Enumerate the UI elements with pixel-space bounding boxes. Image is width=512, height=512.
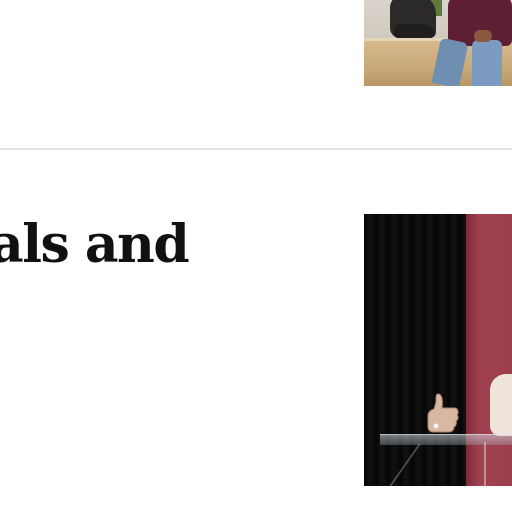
article-thumbnail-student-statue[interactable]	[364, 0, 512, 86]
article-headline-link[interactable]: als and	[0, 210, 190, 280]
article-thumbnail-speaker[interactable]	[364, 214, 512, 486]
thumbs-up-hand-icon	[427, 393, 459, 433]
news-listing: als and	[0, 0, 512, 512]
article-divider	[0, 148, 512, 150]
